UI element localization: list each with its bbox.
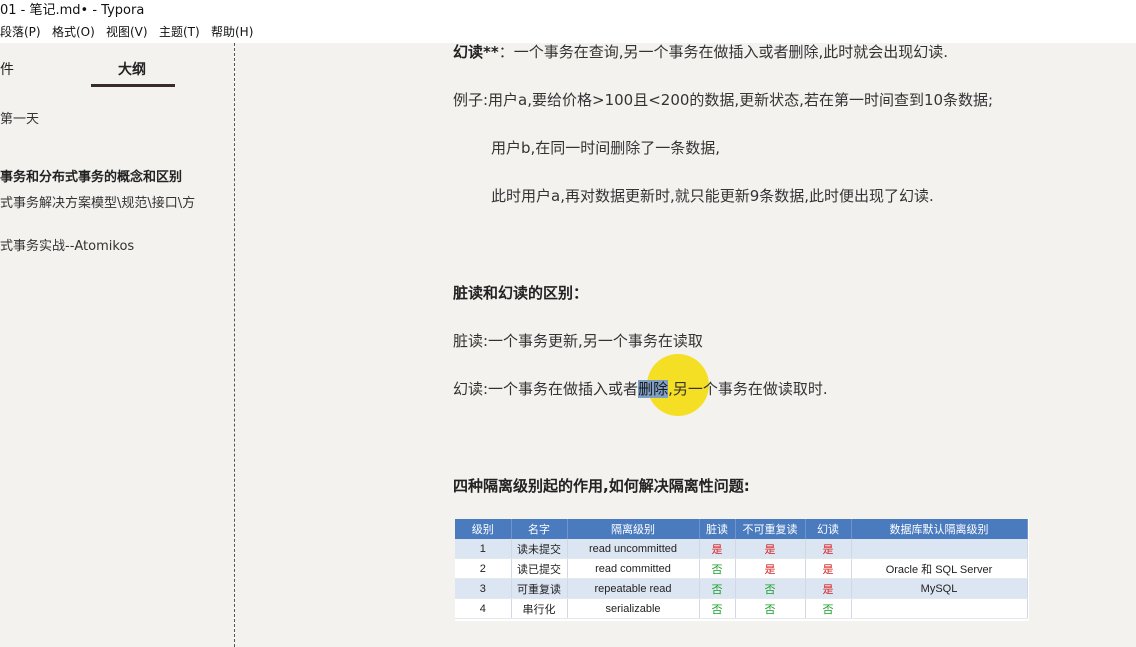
outline-item-solution-model[interactable]: 式事务解决方案模型\规范\接口\方 [0,192,195,211]
table-header: 隔离级别 [567,519,700,539]
table-cell: 4 [455,598,512,619]
menu-theme[interactable]: 主题(T) [159,22,200,43]
phantom-read-label: 幻读** [453,43,499,61]
table-cell: 否 [805,598,852,619]
table-cell: 是 [805,558,852,579]
table-cell: 1 [455,539,512,559]
phantom-read-compare[interactable]: 幻读:一个事务在做插入或者删除,另一个事务在做读取时. [453,378,828,399]
table-cell: 否 [699,558,736,579]
table-cell: 否 [699,598,736,619]
table-cell: 读已提交 [511,558,568,579]
table-cell: 否 [735,578,806,599]
isolation-level-table-image: 级别 名字 隔离级别 脏读 不可重复读 幻读 数据库默认隔离级别 1 读未提交 … [455,519,1029,621]
example-user-b[interactable]: 用户b,在同一时间删除了一条数据, [491,137,720,158]
heading-isolation-levels[interactable]: 四种隔离级别起的作用,如何解决隔离性问题: [453,475,750,496]
table-cell: repeatable read [567,578,700,599]
table-header: 数据库默认隔离级别 [851,519,1028,539]
table-row: 3 可重复读 repeatable read 否 否 是 MySQL [455,578,1028,599]
title-bar: 01 - 笔记.md• - Typora [0,0,1136,22]
menu-help[interactable]: 帮助(H) [211,22,253,43]
table-header: 名字 [511,519,568,539]
table-cell: MySQL [851,578,1028,599]
table-cell: 3 [455,578,512,599]
table-cell: 否 [735,598,806,619]
table-header: 脏读 [699,519,736,539]
table-header: 幻读 [805,519,852,539]
table-cell [851,598,1028,619]
isolation-level-table: 级别 名字 隔离级别 脏读 不可重复读 幻读 数据库默认隔离级别 1 读未提交 … [455,519,1028,619]
tab-files[interactable]: 件 [0,59,14,79]
outline-item-day1[interactable]: 第一天 [0,108,39,127]
selected-text: 删除 [638,380,669,398]
table-cell: 串行化 [511,598,568,619]
example-result[interactable]: 此时用户a,再对数据更新时,就只能更新9条数据,此时便出现了幻读. [491,185,934,206]
table-cell: 是 [735,558,806,579]
table-row: 4 串行化 serializable 否 否 否 [455,598,1028,619]
table-row: 2 读已提交 read committed 否 是 是 Oracle 和 SQL… [455,558,1028,579]
table-cell: read committed [567,558,700,579]
table-cell: 是 [805,578,852,599]
table-cell: 读未提交 [511,539,568,559]
outline-item-atomikos[interactable]: 式事务实战--Atomikos [0,235,134,254]
table-cell: 可重复读 [511,578,568,599]
outline-item-concepts[interactable]: 事务和分布式事务的概念和区别 [0,166,182,185]
table-cell: read uncommitted [567,539,700,559]
table-cell: serializable [567,598,700,619]
tab-outline-underline [91,84,175,87]
tab-outline[interactable]: 大纲 [118,59,146,79]
menu-paragraph[interactable]: 段落(P) [0,22,41,43]
phantom-read-definition[interactable]: 幻读**：一个事务在查询,另一个事务在做插入或者删除,此时就会出现幻读. [453,41,948,62]
table-cell: 2 [455,558,512,579]
menu-view[interactable]: 视图(V) [106,22,148,43]
table-header: 级别 [455,519,512,539]
table-cell: 否 [699,578,736,599]
table-cell: 是 [805,539,852,559]
sidebar: 件 大纲 第一天 事务和分布式事务的概念和区别 式事务解决方案模型\规范\接口\… [0,43,234,647]
dirty-read-definition[interactable]: 脏读:一个事务更新,另一个事务在读取 [453,330,703,351]
table-cell: Oracle 和 SQL Server [851,558,1028,579]
table-cell: 是 [699,539,736,559]
heading-dirty-vs-phantom[interactable]: 脏读和幻读的区别： [453,282,588,303]
menu-bar: 段落(P) 格式(O) 视图(V) 主题(T) 帮助(H) [0,22,1136,43]
window-title: 01 - 笔记.md• - Typora [0,3,145,18]
table-cell [851,539,1028,559]
example-paragraph[interactable]: 例子:用户a,要给价格>100且<200的数据,更新状态,若在第一时间查到10条… [453,89,993,110]
table-cell: 是 [735,539,806,559]
menu-format[interactable]: 格式(O) [52,22,95,43]
table-header-row: 级别 名字 隔离级别 脏读 不可重复读 幻读 数据库默认隔离级别 [455,519,1028,539]
table-row: 1 读未提交 read uncommitted 是 是 是 [455,539,1028,559]
table-header: 不可重复读 [735,519,806,539]
